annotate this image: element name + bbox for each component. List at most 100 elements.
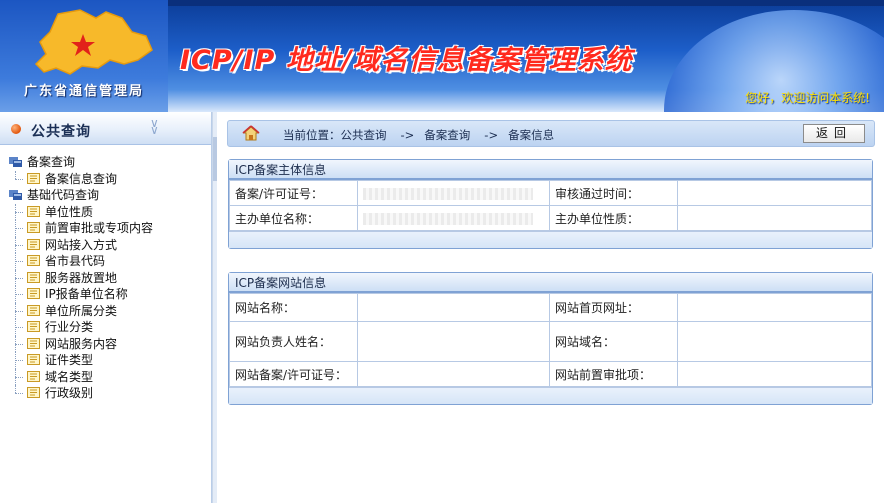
home-icon[interactable] bbox=[242, 125, 260, 142]
tree-connector bbox=[15, 261, 23, 262]
field-label: 审核通过时间： bbox=[549, 180, 678, 206]
field-label: 网站名称： bbox=[229, 293, 358, 322]
tree-item[interactable]: 域名类型 bbox=[0, 368, 211, 385]
field-value bbox=[677, 205, 872, 231]
document-icon bbox=[27, 304, 40, 316]
field-value bbox=[357, 180, 550, 206]
nav-tree: 备案查询备案信息查询基础代码查询 单位性质 前置审批或专项内容 网站接入方式 省市县代码… bbox=[0, 145, 211, 402]
tree-item-label: 网站服务内容 bbox=[45, 336, 118, 351]
document-icon bbox=[27, 221, 40, 233]
tree-group-label: 基础代码查询 bbox=[27, 188, 100, 202]
panel-footer bbox=[229, 231, 872, 248]
tree-item-label: 单位所属分类 bbox=[45, 303, 118, 318]
tree-item-label: 备案信息查询 bbox=[45, 171, 118, 186]
tree-item[interactable]: 行政级别 bbox=[0, 385, 211, 402]
tree-item[interactable]: 服务器放置地 bbox=[0, 269, 211, 286]
tree-connector bbox=[15, 310, 23, 312]
document-icon bbox=[27, 172, 40, 184]
tree-item[interactable]: 行业分类 bbox=[0, 319, 211, 336]
tree-item-label: 网站接入方式 bbox=[45, 237, 118, 252]
welcome-text: 您好，欢迎访问本系统! bbox=[745, 91, 870, 105]
tree-item[interactable]: 网站服务内容 bbox=[0, 335, 211, 352]
subject-info-table: 备案/许可证号： 审核通过时间： 主办单位名称： 主办单位性质： bbox=[229, 180, 872, 231]
tree-connector bbox=[15, 244, 23, 246]
tree-connector bbox=[15, 170, 16, 179]
breadcrumb-part: 备案查询 bbox=[424, 128, 471, 142]
document-icon bbox=[27, 353, 40, 365]
document-icon bbox=[27, 254, 40, 266]
tree-item-label: 域名类型 bbox=[45, 369, 94, 384]
tree-item[interactable]: 证件类型 bbox=[0, 352, 211, 369]
document-icon bbox=[27, 238, 40, 250]
tree-item-label: 省市县代码 bbox=[45, 254, 106, 268]
field-label: 网站备案/许可证号： bbox=[229, 361, 358, 387]
orange-dot-icon bbox=[11, 124, 21, 134]
system-title: ICP/IP 地址/域名信息备案管理系统 bbox=[180, 45, 633, 76]
breadcrumb-separator: -> bbox=[484, 128, 499, 142]
tree-connector bbox=[15, 294, 23, 295]
document-icon bbox=[27, 370, 40, 382]
site-info-table: 网站名称： 网站首页网址： 网站负责人姓名： 网站域名： 网站备案/许可证号： … bbox=[229, 293, 872, 387]
field-label: 备案/许可证号： bbox=[229, 180, 358, 206]
tree-item[interactable]: 前置审批或专项内容 bbox=[0, 220, 211, 237]
tree-connector bbox=[15, 327, 23, 328]
tree-connector bbox=[15, 228, 23, 229]
guangdong-map-icon bbox=[34, 9, 153, 75]
field-label: 网站域名： bbox=[549, 321, 678, 362]
sidebar: 公共查询 ∨ ∨ 备案查询备案信息查询基础代码查询 单位性质 前置审批或专项内容 网站接… bbox=[0, 112, 212, 503]
document-icon bbox=[27, 205, 40, 217]
field-value bbox=[357, 361, 550, 387]
table-row: 主办单位名称： 主办单位性质： bbox=[229, 205, 872, 231]
field-value bbox=[357, 205, 550, 231]
tree-group[interactable]: 基础代码查询 bbox=[0, 187, 211, 204]
tree-connector bbox=[15, 385, 16, 393]
document-icon bbox=[27, 386, 40, 398]
back-button[interactable]: 返回 bbox=[803, 124, 865, 143]
tree-item[interactable]: 省市县代码 bbox=[0, 253, 211, 270]
redacted-value bbox=[363, 187, 533, 200]
app-header: 广东省通信管理局 ICP/IP 地址/域名信息备案管理系统 您好，欢迎访问本系统… bbox=[0, 0, 884, 112]
field-value bbox=[677, 321, 872, 362]
collapse-chevron-icon[interactable]: ∨ ∨ bbox=[150, 117, 159, 136]
icp-subject-panel: ICP备案主体信息 备案/许可证号： 审核通过时间： 主办单位名称： 主办单位性… bbox=[228, 159, 873, 249]
field-value bbox=[357, 321, 550, 362]
redacted-value bbox=[363, 212, 533, 225]
tree-group-label: 备案查询 bbox=[27, 155, 76, 169]
tree-connector bbox=[15, 178, 23, 180]
tree-item-label: 证件类型 bbox=[45, 353, 94, 367]
field-label: 网站前置审批项： bbox=[549, 361, 678, 387]
field-value bbox=[357, 293, 550, 322]
tree-group[interactable]: 备案查询 bbox=[0, 154, 211, 171]
logo-area: 广东省通信管理局 bbox=[0, 0, 168, 112]
tree-item[interactable]: 网站接入方式 bbox=[0, 236, 211, 253]
field-label: 主办单位性质： bbox=[549, 205, 678, 231]
tree-connector bbox=[15, 376, 23, 378]
org-name: 广东省通信管理局 bbox=[24, 84, 145, 99]
tree-item[interactable]: 备案信息查询 bbox=[0, 170, 211, 188]
table-row: 网站名称： 网站首页网址： bbox=[229, 293, 872, 322]
tree-connector bbox=[15, 360, 23, 361]
panel-title: ICP备案网站信息 bbox=[229, 273, 872, 293]
tree-item[interactable]: 单位所属分类 bbox=[0, 302, 211, 319]
breadcrumb-separator: -> bbox=[400, 128, 415, 142]
breadcrumb-prefix: 当前位置： bbox=[283, 128, 341, 142]
field-label: 网站首页网址： bbox=[549, 293, 678, 322]
document-icon bbox=[27, 271, 40, 283]
field-value bbox=[677, 361, 872, 387]
sidebar-header: 公共查询 ∨ ∨ bbox=[0, 112, 211, 145]
tree-item[interactable]: IP报备单位名称 bbox=[0, 286, 211, 303]
icp-site-panel: ICP备案网站信息 网站名称： 网站首页网址： 网站负责人姓名： 网站域名： 网… bbox=[228, 272, 873, 405]
breadcrumb-part: 备案信息 bbox=[508, 128, 555, 142]
panel-footer bbox=[229, 387, 872, 404]
breadcrumb-part: 公共查询 bbox=[340, 128, 387, 142]
tree-connector bbox=[15, 343, 23, 345]
folder-icon bbox=[9, 188, 23, 200]
document-icon bbox=[27, 320, 40, 332]
field-value bbox=[677, 180, 872, 206]
tree-item[interactable]: 单位性质 bbox=[0, 203, 211, 220]
panel-title: ICP备案主体信息 bbox=[229, 160, 872, 180]
tree-item-label: 服务器放置地 bbox=[45, 270, 118, 285]
breadcrumb-bar: 当前位置：公共查询 -> 备案查询 -> 备案信息 返回 bbox=[227, 120, 875, 147]
document-icon bbox=[27, 287, 40, 299]
document-icon bbox=[27, 337, 40, 349]
